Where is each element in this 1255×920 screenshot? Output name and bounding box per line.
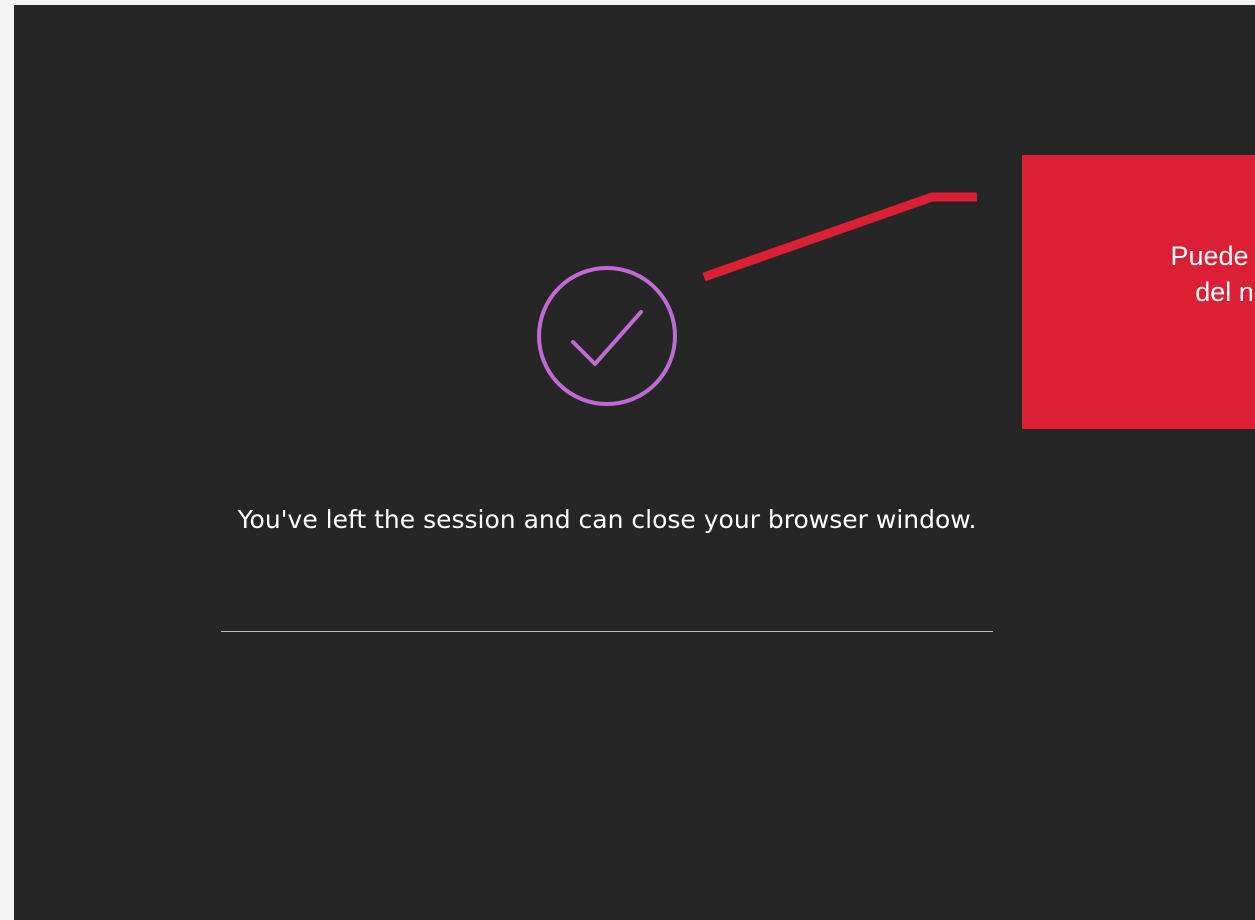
annotation-callout-text: Puede cer del na bbox=[1170, 241, 1255, 307]
callout-pointer-line bbox=[702, 192, 977, 282]
divider bbox=[221, 631, 993, 632]
session-ended-screen: You've left the session and can close yo… bbox=[14, 5, 1255, 920]
check-circle-icon bbox=[535, 264, 679, 408]
session-left-message: You've left the session and can close yo… bbox=[237, 505, 977, 534]
annotation-callout-box: Puede cer del na bbox=[1022, 155, 1255, 429]
